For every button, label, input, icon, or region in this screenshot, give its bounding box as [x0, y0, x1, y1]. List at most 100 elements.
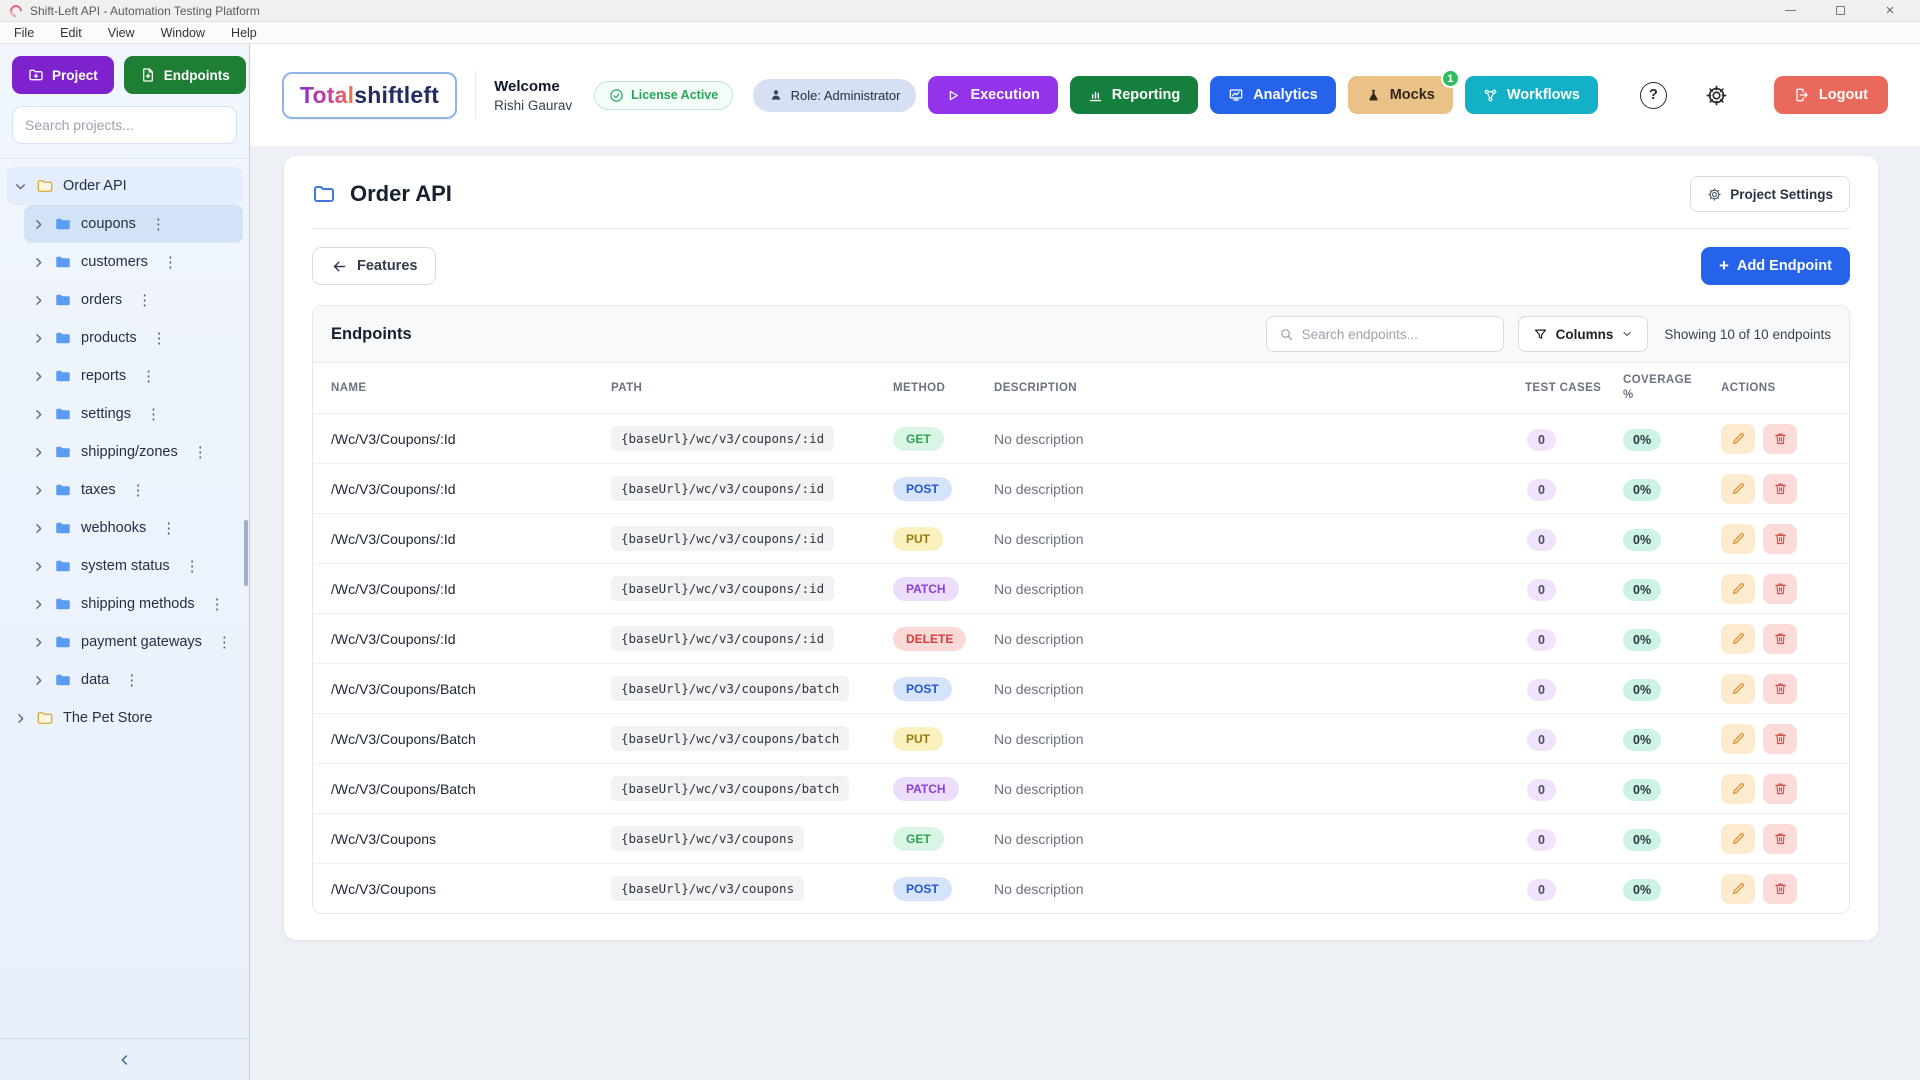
test-cases-badge: 0 [1527, 629, 1556, 651]
tree-item-the-pet-store[interactable]: The Pet Store [6, 699, 243, 737]
kebab-menu-icon[interactable]: ⋮ [151, 215, 166, 233]
new-endpoints-button[interactable]: Endpoints [124, 56, 246, 94]
tree-item-customers[interactable]: customers⋮ [24, 243, 243, 281]
sidebar-scrollbar-thumb[interactable] [244, 520, 248, 586]
menu-edit[interactable]: Edit [60, 26, 82, 40]
kebab-menu-icon[interactable]: ⋮ [131, 481, 146, 499]
tree-item-shipping-zones[interactable]: shipping/zones⋮ [24, 433, 243, 471]
reporting-button[interactable]: Reporting [1070, 76, 1198, 114]
delete-endpoint-button[interactable] [1763, 824, 1797, 854]
menu-window[interactable]: Window [161, 26, 205, 40]
edit-endpoint-button[interactable] [1721, 424, 1755, 454]
tree-item-webhooks[interactable]: webhooks⋮ [24, 509, 243, 547]
trash-icon [1773, 831, 1788, 846]
menu-view[interactable]: View [108, 26, 135, 40]
tree-item-system-status[interactable]: system status⋮ [24, 547, 243, 585]
chevron-right-icon[interactable] [32, 674, 45, 687]
chevron-right-icon[interactable] [32, 598, 45, 611]
kebab-menu-icon[interactable]: ⋮ [185, 557, 200, 575]
kebab-menu-icon[interactable]: ⋮ [137, 291, 152, 309]
chevron-right-icon[interactable] [32, 446, 45, 459]
columns-button[interactable]: Columns [1518, 316, 1649, 352]
delete-endpoint-button[interactable] [1763, 424, 1797, 454]
kebab-menu-icon[interactable]: ⋮ [146, 405, 161, 423]
tree-item-shipping-methods[interactable]: shipping methods⋮ [24, 585, 243, 623]
chevron-right-icon[interactable] [32, 484, 45, 497]
kebab-menu-icon[interactable]: ⋮ [210, 595, 225, 613]
tree-item-order-api[interactable]: Order API [6, 167, 243, 205]
minimize-button[interactable] [1784, 5, 1796, 17]
chevron-right-icon[interactable] [14, 712, 27, 725]
menu-help[interactable]: Help [231, 26, 257, 40]
table-row: /Wc/V3/Coupons/:Id{baseUrl}/wc/v3/coupon… [313, 613, 1849, 663]
tree-item-products[interactable]: products⋮ [24, 319, 243, 357]
edit-endpoint-button[interactable] [1721, 474, 1755, 504]
edit-endpoint-button[interactable] [1721, 774, 1755, 804]
delete-endpoint-button[interactable] [1763, 574, 1797, 604]
search-projects-input[interactable] [12, 106, 237, 144]
trash-icon [1773, 781, 1788, 796]
kebab-menu-icon[interactable]: ⋮ [193, 443, 208, 461]
endpoint-description: No description [994, 781, 1525, 797]
mocks-button[interactable]: Mocks 1 [1348, 76, 1453, 114]
endpoint-description: No description [994, 481, 1525, 497]
chevron-right-icon[interactable] [32, 370, 45, 383]
chevron-right-icon[interactable] [32, 560, 45, 573]
analytics-button[interactable]: Analytics [1210, 76, 1335, 114]
delete-endpoint-button[interactable] [1763, 674, 1797, 704]
sidebar-collapse-button[interactable] [0, 1038, 249, 1080]
execution-button[interactable]: Execution [928, 76, 1057, 114]
help-button[interactable]: ? [1640, 82, 1667, 109]
tree-item-taxes[interactable]: taxes ⋮ [24, 471, 243, 509]
tree-item-orders[interactable]: orders⋮ [24, 281, 243, 319]
kebab-menu-icon[interactable]: ⋮ [163, 253, 178, 271]
search-endpoints-input[interactable] [1302, 327, 1491, 342]
kebab-menu-icon[interactable]: ⋮ [217, 633, 232, 651]
tree-item-settings[interactable]: settings⋮ [24, 395, 243, 433]
edit-endpoint-button[interactable] [1721, 874, 1755, 904]
kebab-menu-icon[interactable]: ⋮ [152, 329, 167, 347]
edit-endpoint-button[interactable] [1721, 824, 1755, 854]
chevron-right-icon[interactable] [32, 218, 45, 231]
chevron-right-icon[interactable] [32, 294, 45, 307]
tree-item-data[interactable]: data⋮ [24, 661, 243, 699]
chevron-right-icon[interactable] [32, 408, 45, 421]
close-button[interactable]: × [1884, 5, 1896, 17]
delete-endpoint-button[interactable] [1763, 524, 1797, 554]
edit-endpoint-button[interactable] [1721, 724, 1755, 754]
tree-item-payment-gateways[interactable]: payment gateways⋮ [24, 623, 243, 661]
delete-endpoint-button[interactable] [1763, 874, 1797, 904]
chevron-right-icon[interactable] [32, 256, 45, 269]
chevron-right-icon[interactable] [32, 522, 45, 535]
tree-item-reports[interactable]: reports⋮ [24, 357, 243, 395]
new-project-button[interactable]: Project [12, 56, 114, 94]
delete-endpoint-button[interactable] [1763, 724, 1797, 754]
maximize-button[interactable] [1834, 5, 1846, 17]
method-badge: POST [893, 677, 952, 701]
delete-endpoint-button[interactable] [1763, 624, 1797, 654]
add-endpoint-button[interactable]: + Add Endpoint [1701, 247, 1850, 285]
kebab-menu-icon[interactable]: ⋮ [141, 367, 156, 385]
endpoint-name: /Wc/V3/Coupons/Batch [331, 681, 611, 697]
logout-button[interactable]: Logout [1774, 76, 1888, 114]
project-settings-button[interactable]: Project Settings [1690, 176, 1850, 212]
chevron-right-icon[interactable] [32, 332, 45, 345]
role-badge: Role: Administrator [753, 79, 917, 112]
tree-item-coupons[interactable]: coupons⋮ [24, 205, 243, 243]
menu-file[interactable]: File [14, 26, 34, 40]
kebab-menu-icon[interactable]: ⋮ [161, 519, 176, 537]
settings-gear-button[interactable] [1705, 84, 1728, 107]
table-row: /Wc/V3/Coupons/:Id{baseUrl}/wc/v3/coupon… [313, 413, 1849, 463]
delete-endpoint-button[interactable] [1763, 774, 1797, 804]
chevron-right-icon[interactable] [32, 636, 45, 649]
chevron-down-icon[interactable] [14, 180, 27, 193]
workflows-button[interactable]: Workflows [1465, 76, 1598, 114]
delete-endpoint-button[interactable] [1763, 474, 1797, 504]
kebab-menu-icon[interactable]: ⋮ [124, 671, 139, 689]
tree-item-label: taxes [81, 482, 116, 498]
edit-endpoint-button[interactable] [1721, 624, 1755, 654]
edit-endpoint-button[interactable] [1721, 574, 1755, 604]
edit-endpoint-button[interactable] [1721, 524, 1755, 554]
back-to-features-button[interactable]: Features [312, 247, 436, 285]
edit-endpoint-button[interactable] [1721, 674, 1755, 704]
